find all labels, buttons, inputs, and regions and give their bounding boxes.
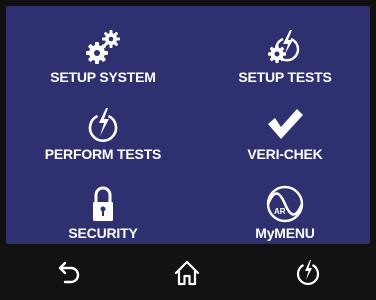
- security-button[interactable]: SECURITY: [12, 168, 194, 244]
- padlock-icon: [93, 186, 113, 221]
- perform-tests-label: PERFORM TESTS: [44, 146, 162, 162]
- security-label: SECURITY: [68, 225, 138, 241]
- mymenu-button[interactable]: AR MyMENU: [194, 168, 376, 244]
- setup-tests-label: SETUP TESTS: [238, 69, 332, 85]
- gear-power-icon: [268, 30, 300, 63]
- checkmark-icon: [268, 109, 303, 139]
- power-button[interactable]: [293, 258, 323, 288]
- setup-system-button[interactable]: SETUP SYSTEM: [12, 12, 194, 88]
- gears-icon: [86, 30, 120, 64]
- home-icon: [174, 260, 200, 286]
- menu-screen: SETUP SYSTEM SETUP TESTS PERFORM TESTS V…: [6, 6, 370, 244]
- power-bolt-icon: [88, 108, 118, 143]
- back-button[interactable]: [53, 258, 83, 288]
- power-icon: [296, 260, 320, 285]
- perform-tests-button[interactable]: PERFORM TESTS: [12, 89, 194, 165]
- mymenu-logo-text: AR: [274, 207, 286, 216]
- veri-chek-button[interactable]: VERI-CHEK: [194, 89, 376, 165]
- bottom-navigation-bar: [0, 246, 376, 300]
- veri-chek-label: VERI-CHEK: [247, 146, 323, 162]
- home-button[interactable]: [172, 258, 202, 288]
- ar-logo-icon: AR: [266, 185, 304, 223]
- mymenu-label: MyMENU: [255, 225, 315, 241]
- back-arrow-icon: [58, 261, 80, 284]
- setup-tests-button[interactable]: SETUP TESTS: [194, 12, 376, 88]
- setup-system-label: SETUP SYSTEM: [50, 69, 156, 85]
